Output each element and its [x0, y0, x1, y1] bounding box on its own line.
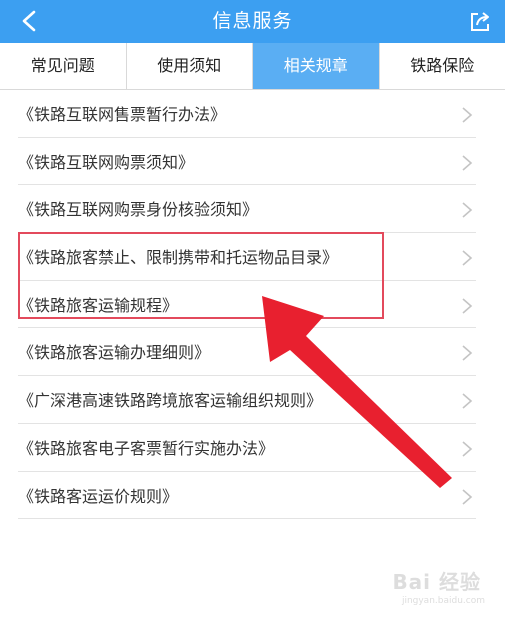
list-item[interactable]: 《广深港高速铁路跨境旅客运输组织规则》	[18, 376, 476, 424]
app-header: 信息服务	[0, 0, 505, 43]
tab-railway-insurance[interactable]: 铁路保险	[380, 43, 505, 89]
chevron-right-icon	[462, 155, 473, 171]
watermark-logo: Bai 经验	[392, 570, 481, 594]
watermark-url: jingyan.baidu.com	[401, 596, 485, 606]
share-button[interactable]	[465, 7, 495, 37]
list-item[interactable]: 《铁路旅客禁止、限制携带和托运物品目录》	[18, 233, 476, 281]
list-item[interactable]: 《铁路客运运价规则》	[18, 472, 476, 520]
chevron-right-icon	[462, 298, 473, 314]
list-item-label: 《铁路旅客运输办理细则》	[18, 343, 211, 363]
tab-regulations[interactable]: 相关规章	[253, 43, 380, 89]
chevron-right-icon	[462, 441, 473, 457]
list-item-label: 《铁路互联网售票暂行办法》	[18, 105, 227, 124]
list-item[interactable]: 《铁路互联网购票须知》	[18, 138, 476, 186]
list-item[interactable]: 《铁路互联网购票身份核验须知》	[18, 185, 476, 234]
chevron-right-icon	[462, 107, 473, 123]
chevron-right-icon	[462, 345, 473, 362]
list-item-label: 《铁路旅客禁止、限制携带和托运物品目录》	[18, 248, 339, 268]
list-item-label: 《铁路旅客电子客票暂行实施办法》	[18, 438, 275, 458]
list-item[interactable]: 《铁路旅客电子客票暂行实施办法》	[18, 424, 476, 472]
chevron-right-icon	[462, 393, 473, 409]
list-item-label: 《铁路互联网购票须知》	[18, 152, 195, 172]
tab-usage-notice[interactable]: 使用须知	[127, 43, 253, 89]
list-item-label: 《铁路互联网购票身份核验须知》	[18, 200, 259, 220]
chevron-right-icon	[462, 250, 473, 266]
list-item-label: 《广深港高速铁路跨境旅客运输组织规则》	[18, 391, 323, 411]
list-item-label: 《铁路客运运价规则》	[18, 486, 179, 506]
page-title: 信息服务	[212, 10, 293, 32]
regulation-list: 《铁路互联网售票暂行办法》 《铁路互联网购票须知》 《铁路互联网购票身份核验须知…	[0, 90, 505, 520]
list-item[interactable]: 《铁路旅客运输规程》	[18, 281, 476, 329]
list-item-label: 《铁路旅客运输规程》	[18, 295, 179, 315]
list-item[interactable]: 《铁路旅客运输办理细则》	[18, 328, 476, 377]
chevron-right-icon	[462, 202, 473, 218]
share-icon	[471, 12, 489, 31]
tab-faq[interactable]: 常见问题	[0, 43, 127, 89]
list-item[interactable]: 《铁路互联网售票暂行办法》	[18, 90, 476, 138]
tab-bar: 常见问题 使用须知 相关规章 铁路保险	[0, 43, 505, 90]
chevron-right-icon	[462, 488, 473, 505]
